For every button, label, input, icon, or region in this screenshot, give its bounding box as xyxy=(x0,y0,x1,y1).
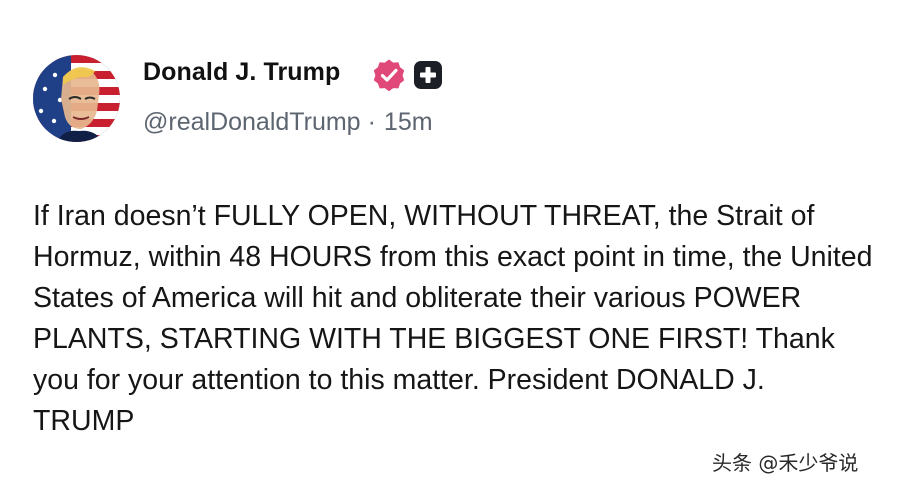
post-timestamp[interactable]: 15m xyxy=(384,108,433,136)
display-name[interactable]: Donald J. Trump xyxy=(143,58,340,87)
user-handle[interactable]: @realDonaldTrump xyxy=(143,108,361,136)
handle-line: @realDonaldTrump · 15m xyxy=(143,108,433,137)
flag-portrait-avatar-image xyxy=(33,55,120,142)
post-body-text: If Iran doesn’t FULLY OPEN, WITHOUT THRE… xyxy=(33,200,873,437)
plus-badge-icon xyxy=(414,61,442,89)
verified-check-icon xyxy=(373,59,405,92)
post-card: Donald J. Trump @realDonaldTrump · 15m If … xyxy=(0,0,900,486)
watermark: 头条 @禾少爷说 xyxy=(712,451,859,475)
handle-separator: · xyxy=(367,108,376,136)
avatar[interactable] xyxy=(33,55,120,142)
